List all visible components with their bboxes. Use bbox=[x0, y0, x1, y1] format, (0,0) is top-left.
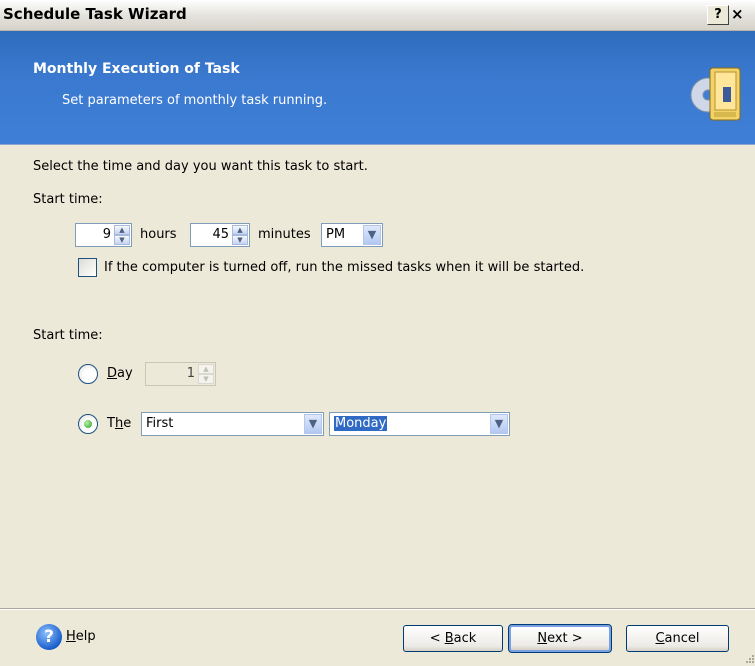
radio-selected-dot bbox=[84, 420, 92, 428]
cancel-button[interactable]: Cancel bbox=[626, 625, 729, 652]
hours-spinbox[interactable]: 9 ▲ ▼ bbox=[75, 223, 132, 247]
missed-tasks-label: If the computer is turned off, run the m… bbox=[104, 260, 585, 275]
instruction-text: Select the time and day you want this ta… bbox=[33, 159, 368, 174]
day-value: 1 bbox=[186, 366, 195, 381]
spin-up-icon[interactable]: ▲ bbox=[198, 364, 214, 374]
start-time-label-2: Start time: bbox=[33, 328, 103, 343]
weekday-value: Monday bbox=[334, 416, 388, 431]
spin-down-icon[interactable]: ▼ bbox=[232, 235, 248, 245]
ordinal-value: First bbox=[146, 416, 174, 431]
chevron-down-icon[interactable]: ▼ bbox=[304, 414, 322, 434]
spin-up-icon[interactable]: ▲ bbox=[232, 225, 248, 235]
wizard-header bbox=[0, 31, 755, 145]
ampm-value: PM bbox=[326, 227, 346, 242]
hours-label: hours bbox=[140, 227, 177, 242]
minutes-spinbox[interactable]: 45 ▲ ▼ bbox=[190, 223, 250, 247]
start-time-label: Start time: bbox=[33, 192, 103, 207]
resize-grip-icon[interactable] bbox=[744, 652, 754, 663]
wizard-disk-icon bbox=[690, 62, 742, 124]
close-button[interactable]: × bbox=[731, 5, 755, 23]
title-bar[interactable]: Schedule Task Wizard ? × bbox=[0, 0, 755, 31]
day-radio-label: Day bbox=[107, 366, 133, 381]
ampm-select[interactable]: PM ▼ bbox=[321, 223, 383, 247]
minutes-label: minutes bbox=[258, 227, 311, 242]
header-title: Monthly Execution of Task bbox=[33, 61, 240, 77]
back-button[interactable]: < Back bbox=[403, 625, 503, 652]
help-icon[interactable]: ? bbox=[36, 624, 62, 650]
the-radio-label: The bbox=[107, 416, 132, 431]
hours-value: 9 bbox=[102, 227, 111, 242]
footer-divider bbox=[0, 608, 755, 610]
chevron-down-icon[interactable]: ▼ bbox=[363, 225, 381, 245]
day-spinbox[interactable]: 1 ▲ ▼ bbox=[145, 362, 216, 386]
window-title: Schedule Task Wizard bbox=[3, 5, 187, 23]
the-radio[interactable] bbox=[78, 414, 98, 434]
spin-down-icon[interactable]: ▼ bbox=[198, 374, 214, 384]
spin-down-icon[interactable]: ▼ bbox=[114, 235, 130, 245]
ordinal-select[interactable]: First ▼ bbox=[141, 412, 324, 436]
weekday-select[interactable]: Monday ▼ bbox=[329, 412, 510, 436]
missed-tasks-checkbox[interactable] bbox=[78, 258, 97, 277]
chevron-down-icon[interactable]: ▼ bbox=[490, 414, 508, 434]
next-button[interactable]: Next > bbox=[508, 624, 612, 653]
help-caption-button[interactable]: ? bbox=[707, 5, 729, 25]
help-link[interactable]: Help bbox=[66, 629, 96, 644]
header-subtitle: Set parameters of monthly task running. bbox=[62, 93, 328, 108]
spin-up-icon[interactable]: ▲ bbox=[114, 225, 130, 235]
minutes-value: 45 bbox=[212, 227, 229, 242]
day-radio[interactable] bbox=[78, 364, 98, 384]
